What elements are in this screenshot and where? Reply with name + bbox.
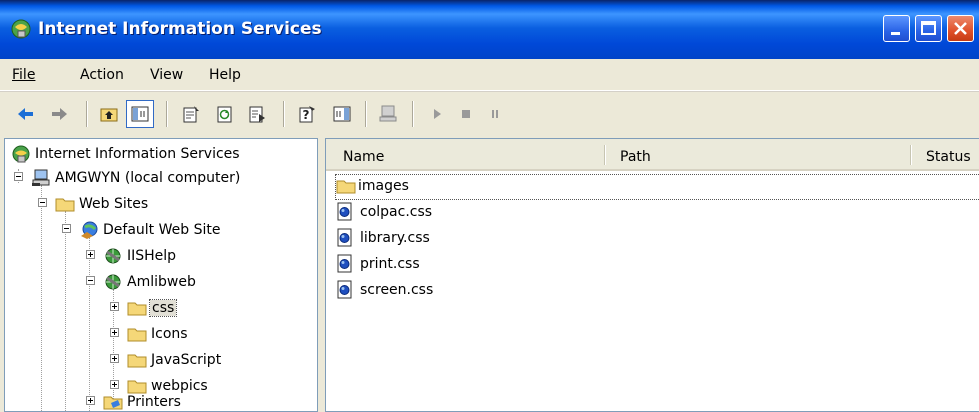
list-item-library-css[interactable]: library.css [336,227,536,251]
close-button[interactable] [947,15,974,42]
computer-icon [375,101,401,127]
tree-label: css [148,299,178,317]
folder-icon [127,299,147,321]
tree-label: Default Web Site [103,222,221,238]
pause-icon [482,101,508,127]
tree-item-iishelp[interactable]: IISHelp [83,245,303,267]
tree-item-iis-root[interactable]: Internet Information Services [11,143,311,165]
window-title: Internet Information Services [38,19,322,39]
folder-icon [55,195,75,217]
tree-item-icons[interactable]: Icons [107,323,307,345]
details-list[interactable]: Name Path Status images colpac.css libra… [325,138,979,412]
collapse-icon[interactable] [38,198,47,207]
expand-icon[interactable] [110,380,119,389]
forward-arrow-icon[interactable] [47,101,73,127]
web-site-icon [79,220,99,244]
expand-icon[interactable] [86,396,95,405]
toolbar: ? [0,91,979,136]
virtual-directory-icon [103,246,123,270]
iis-icon [11,144,31,168]
toolbar-separator [412,101,414,127]
css-file-icon [336,228,354,252]
menu-view[interactable]: View [150,67,183,83]
expand-icon[interactable] [110,302,119,311]
toolbar-separator [166,101,168,127]
expand-icon[interactable] [86,250,95,259]
toolbar-separator [283,101,285,127]
tree-item-web-sites[interactable]: Web Sites [35,193,315,215]
tree-label: IISHelp [127,248,177,264]
list-item-label: library.css [360,230,430,246]
title-bar[interactable]: Internet Information Services [0,0,979,59]
list-item-screen-css[interactable]: screen.css [336,279,536,303]
tree-item-amlibweb[interactable]: Amlibweb [83,271,303,293]
list-item-images[interactable]: images [335,174,979,200]
console-tree[interactable]: Internet Information Services AMGWYN (lo… [4,138,318,412]
tree-label: Amlibweb [127,274,196,290]
menu-file[interactable]: File [12,67,35,83]
back-arrow-icon[interactable] [12,101,38,127]
properties-icon[interactable] [178,101,204,127]
column-header-status[interactable]: Status [912,139,979,171]
folder-icon [127,351,147,373]
tree-label: Icons [151,326,188,342]
list-item-label: print.css [360,256,420,272]
tree-item-default-web-site[interactable]: Default Web Site [59,219,309,241]
column-header-label: Name [343,149,385,165]
show-hide-console-tree-icon[interactable] [126,100,154,128]
list-item-colpac-css[interactable]: colpac.css [336,201,536,225]
start-icon [424,101,450,127]
folder-icon [127,325,147,347]
toolbar-separator [86,101,88,127]
maximize-button[interactable] [915,15,942,42]
tree-label: Web Sites [79,196,149,212]
pane-splitter[interactable] [318,138,324,410]
tree-label: Internet Information Services [35,146,240,162]
tree-item-computer[interactable]: AMGWYN (local computer) [11,167,311,189]
css-file-icon [336,202,354,226]
list-item-label: screen.css [360,282,434,298]
list-item-print-css[interactable]: print.css [336,253,536,277]
column-header-path[interactable]: Path [606,139,912,171]
menu-bar: File Action View Help [0,59,979,91]
list-item-label: images [358,178,409,194]
tree-line [65,211,67,411]
action-pane-icon[interactable] [329,101,355,127]
tree-label: JavaScript [151,352,222,368]
folder-icon [336,177,356,199]
toolbar-separator [365,101,367,127]
tree-label: AMGWYN (local computer) [55,170,241,186]
collapse-icon[interactable] [62,224,71,233]
expand-icon[interactable] [110,328,119,337]
tree-item-printers[interactable]: Printers [83,391,303,411]
svg-text:?: ? [303,108,310,122]
export-list-icon[interactable] [244,101,270,127]
tree-item-css[interactable]: css [107,297,307,319]
tree-line [41,185,43,411]
tree-item-javascript[interactable]: JavaScript [107,349,307,371]
menu-action[interactable]: Action [80,67,124,83]
column-header-label: Status [926,149,971,165]
menu-file-label: File [12,67,36,83]
collapse-icon[interactable] [86,276,95,285]
column-header-label: Path [620,149,651,165]
list-item-label: colpac.css [360,204,433,220]
virtual-directory-icon [103,272,123,296]
stop-icon [453,101,479,127]
help-icon[interactable]: ? [294,101,320,127]
computer-icon [31,168,51,192]
up-folder-icon[interactable] [96,101,122,127]
printer-folder-icon [103,393,123,411]
css-file-icon [336,254,354,278]
expand-icon[interactable] [110,354,119,363]
refresh-icon[interactable] [212,101,238,127]
iis-icon [9,17,33,41]
menu-help[interactable]: Help [209,67,241,83]
column-header-name[interactable]: Name [326,139,606,171]
collapse-icon[interactable] [14,172,23,181]
css-file-icon [336,280,354,304]
minimize-button[interactable] [883,15,910,42]
